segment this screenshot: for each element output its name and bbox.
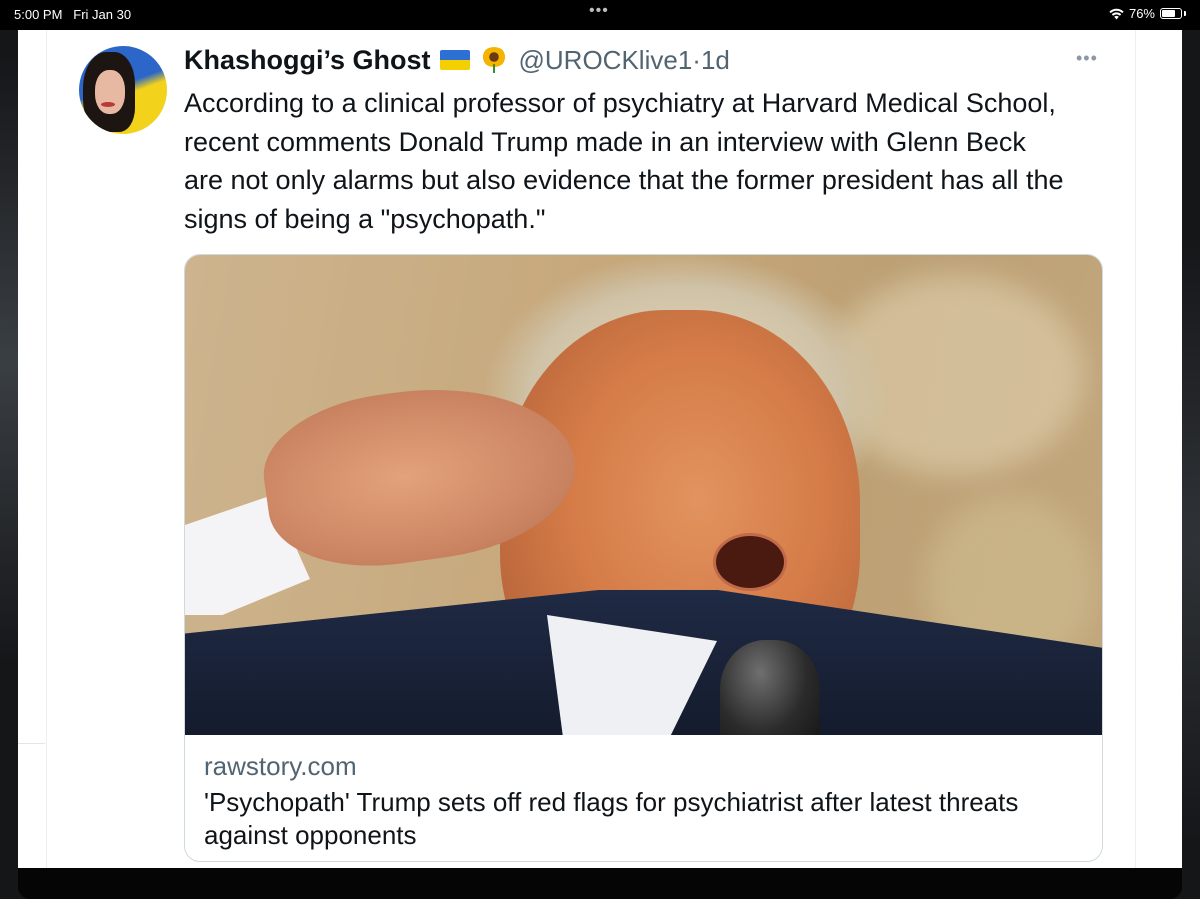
ukraine-flag-icon xyxy=(439,50,470,70)
image-mouth xyxy=(713,533,787,591)
battery-fill xyxy=(1162,10,1175,17)
avatar-lips xyxy=(101,102,115,107)
status-bar: 5:00 PM Fri Jan 30 ••• 76% xyxy=(0,0,1200,30)
display-name[interactable]: Khashoggi’s Ghost xyxy=(184,45,431,76)
tweet-text: According to a clinical professor of psy… xyxy=(184,88,1064,234)
sunflower-stem xyxy=(492,64,495,73)
timeline-divider-stub xyxy=(18,743,45,744)
avatar[interactable] xyxy=(79,46,167,134)
multitasking-dots[interactable]: ••• xyxy=(589,2,609,20)
link-domain: rawstory.com xyxy=(204,751,357,781)
avatar-face xyxy=(95,70,125,114)
timeline-divider-right xyxy=(1135,30,1136,868)
status-indicators: 76% xyxy=(1109,6,1186,21)
link-title: 'Psychopath' Trump sets off red flags fo… xyxy=(204,787,1019,850)
battery-tip xyxy=(1184,11,1186,16)
meta-separator: · xyxy=(692,44,701,75)
timeline-divider-left xyxy=(46,30,47,868)
status-date: Fri Jan 30 xyxy=(73,7,132,22)
wifi-icon xyxy=(1109,8,1124,19)
more-options-icon[interactable]: ••• xyxy=(1076,48,1098,69)
handle-and-age: @UROCKlive1·1d xyxy=(519,45,730,76)
status-time-date: 5:00 PM Fri Jan 30 xyxy=(14,7,131,22)
user-handle[interactable]: @UROCKlive1 xyxy=(519,45,693,75)
link-preview-card[interactable]: rawstory.com 'Psychopath' Trump sets off… xyxy=(184,254,1103,862)
battery-percent: 76% xyxy=(1128,6,1155,21)
bottom-bezel xyxy=(18,868,1182,899)
tweet-header: Khashoggi’s Ghost @UROCKlive1·1d xyxy=(184,43,730,77)
sunflower-icon xyxy=(481,47,507,73)
tweet-age[interactable]: 1d xyxy=(701,45,730,75)
image-microphone xyxy=(720,640,820,735)
link-preview-image[interactable] xyxy=(185,255,1102,735)
status-time: 5:00 PM xyxy=(14,7,63,22)
battery-icon xyxy=(1160,8,1182,19)
